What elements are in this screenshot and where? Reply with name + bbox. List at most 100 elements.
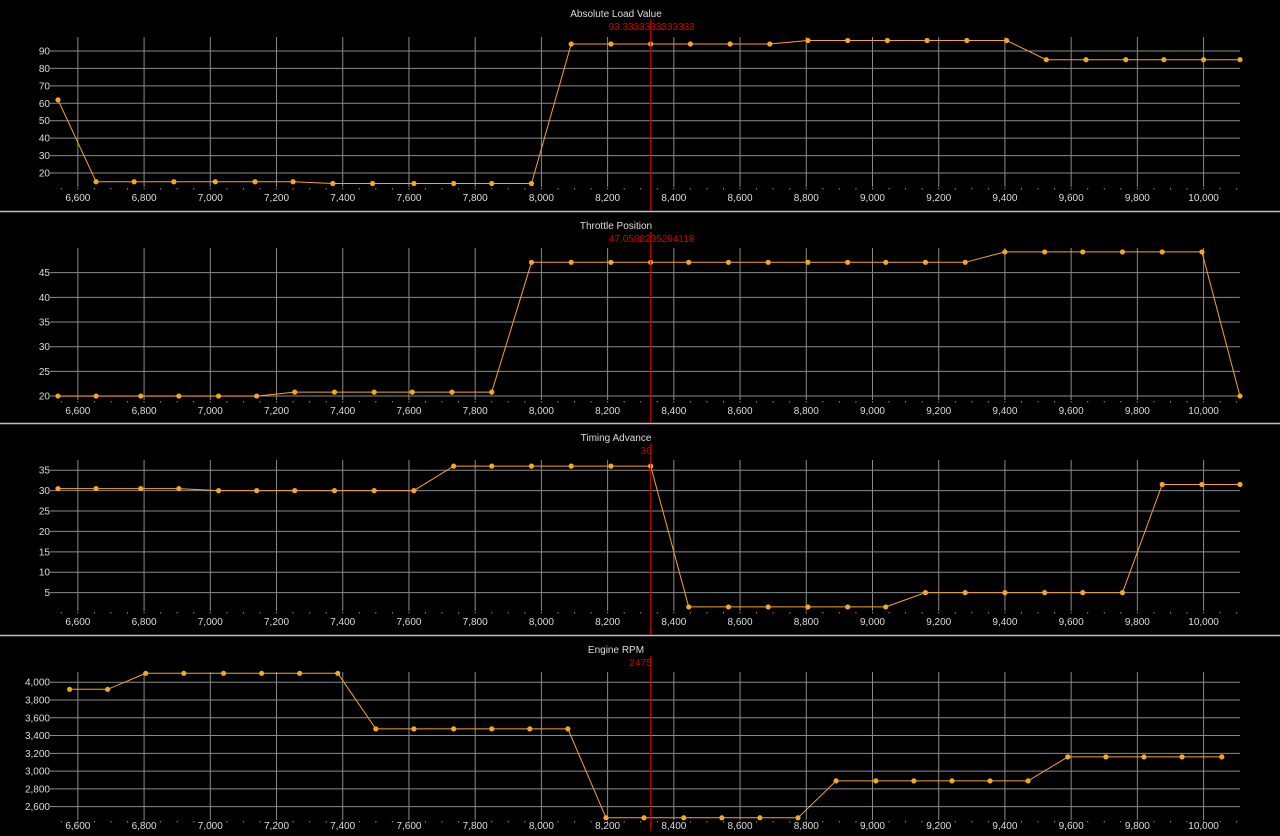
data-point[interactable] (727, 41, 733, 47)
data-point[interactable] (93, 485, 99, 492)
data-point[interactable] (845, 604, 851, 610)
data-point[interactable] (767, 41, 773, 47)
data-point[interactable] (66, 686, 73, 692)
data-point[interactable] (254, 393, 260, 399)
data-point[interactable] (1179, 754, 1185, 760)
data-point[interactable] (252, 179, 258, 185)
data-point[interactable] (884, 37, 890, 44)
data-point[interactable] (1237, 57, 1243, 63)
data-point[interactable] (451, 726, 457, 732)
data-point[interactable] (292, 389, 298, 395)
data-point[interactable] (1080, 249, 1086, 255)
data-point[interactable] (608, 259, 614, 265)
data-point[interactable] (1123, 57, 1129, 63)
data-point[interactable] (765, 604, 771, 610)
data-point[interactable] (608, 41, 614, 47)
data-point[interactable] (845, 259, 851, 265)
data-point[interactable] (411, 180, 417, 187)
data-point[interactable] (725, 259, 732, 265)
data-point[interactable] (489, 463, 495, 469)
data-point[interactable] (962, 259, 968, 265)
data-point[interactable] (1119, 590, 1126, 596)
data-point[interactable] (489, 180, 495, 187)
data-point[interactable] (489, 389, 495, 395)
data-point[interactable] (1042, 590, 1048, 596)
data-point[interactable] (603, 815, 609, 821)
data-point[interactable] (371, 389, 377, 395)
data-point[interactable] (568, 463, 574, 469)
data-point[interactable] (1083, 57, 1089, 63)
data-point[interactable] (411, 726, 417, 732)
data-point[interactable] (176, 393, 182, 399)
data-point[interactable] (93, 393, 99, 399)
data-point[interactable] (409, 389, 415, 395)
data-point[interactable] (105, 686, 111, 692)
data-point[interactable] (292, 488, 298, 494)
data-point[interactable] (330, 180, 336, 187)
data-point[interactable] (93, 179, 99, 185)
data-point[interactable] (924, 37, 930, 44)
data-point[interactable] (451, 463, 457, 469)
data-point[interactable] (686, 604, 692, 610)
data-point[interactable] (1043, 57, 1049, 63)
data-point[interactable] (681, 815, 687, 821)
data-point[interactable] (608, 463, 614, 469)
data-point[interactable] (922, 590, 929, 596)
data-point[interactable] (331, 488, 338, 494)
data-point[interactable] (371, 488, 377, 494)
data-point[interactable] (795, 815, 801, 821)
data-point[interactable] (1237, 393, 1243, 399)
data-point[interactable] (833, 778, 839, 784)
data-point[interactable] (1080, 590, 1086, 596)
data-point[interactable] (335, 670, 341, 676)
data-point[interactable] (964, 37, 970, 44)
data-point[interactable] (687, 41, 693, 47)
data-point[interactable] (883, 259, 889, 265)
data-point[interactable] (911, 778, 917, 784)
data-point[interactable] (220, 670, 227, 676)
data-point[interactable] (212, 179, 218, 185)
data-point[interactable] (805, 604, 811, 610)
data-point[interactable] (873, 778, 879, 784)
data-point[interactable] (451, 180, 457, 187)
data-point[interactable] (1199, 249, 1205, 255)
data-point[interactable] (215, 393, 222, 399)
data-point[interactable] (1002, 590, 1008, 596)
data-point[interactable] (527, 726, 533, 732)
data-point[interactable] (1199, 481, 1205, 488)
data-point[interactable] (1159, 481, 1165, 488)
data-point[interactable] (489, 726, 495, 732)
data-point[interactable] (181, 670, 187, 676)
data-point[interactable] (1103, 754, 1109, 760)
data-point[interactable] (757, 815, 763, 821)
data-point[interactable] (962, 590, 968, 596)
data-point[interactable] (528, 259, 535, 265)
data-point[interactable] (1003, 37, 1010, 44)
data-point[interactable] (1159, 249, 1165, 255)
data-point[interactable] (528, 463, 535, 469)
data-point[interactable] (331, 389, 338, 395)
data-point[interactable] (254, 488, 260, 494)
data-point[interactable] (1200, 57, 1207, 63)
data-point[interactable] (686, 259, 692, 265)
data-point[interactable] (215, 488, 222, 494)
data-point[interactable] (845, 37, 851, 44)
data-point[interactable] (805, 259, 811, 265)
data-point[interactable] (176, 485, 182, 492)
data-point[interactable] (1002, 249, 1008, 255)
data-point[interactable] (1237, 481, 1243, 488)
data-point[interactable] (171, 179, 177, 185)
data-point[interactable] (1042, 249, 1048, 255)
data-point[interactable] (55, 485, 61, 492)
data-point[interactable] (138, 393, 144, 399)
data-point[interactable] (883, 604, 889, 610)
data-point[interactable] (138, 485, 144, 492)
data-point[interactable] (1141, 754, 1147, 760)
data-point[interactable] (449, 389, 455, 395)
data-point[interactable] (719, 815, 725, 821)
data-point[interactable] (765, 259, 771, 265)
data-point[interactable] (369, 180, 376, 187)
data-point[interactable] (411, 488, 417, 494)
data-point[interactable] (1025, 778, 1031, 784)
data-point[interactable] (528, 180, 535, 187)
